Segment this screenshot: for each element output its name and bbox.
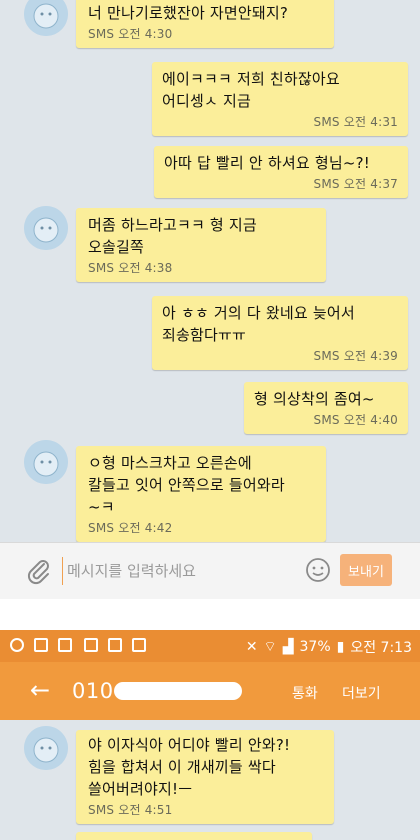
clock: 오전 7:13: [350, 640, 412, 656]
avatar-icon: [24, 0, 68, 36]
status-bar: ✕ ⌔ ▟ 37% ▮ 오전 7:13: [0, 630, 420, 662]
message-time: SMS 오전 4:40: [313, 413, 398, 427]
message-text: 머좀 하느라고ㅋㅋ 형 지금 오솔길쪽: [88, 216, 257, 256]
mute-icon: ✕: [245, 639, 258, 655]
message-time: SMS 오전 4:39: [313, 349, 398, 363]
message-time: SMS 오전 4:37: [313, 177, 398, 191]
signal-icon: ▟: [282, 639, 294, 655]
image-notification-icon: [132, 638, 146, 652]
avatar-icon: [24, 206, 68, 250]
message-text: 에이ㅋㅋㅋ 저희 친하잖아요 어디셍ㅅ 지금: [162, 70, 340, 110]
message-bubble[interactable]: 너 만나기로했잔아 자면안돼지? SMS 오전 4:30: [76, 0, 334, 48]
contact-avatar[interactable]: [24, 0, 68, 36]
call-button[interactable]: 통화: [292, 683, 318, 703]
message-bubble[interactable]: 머좀 하느라고ㅋㅋ 형 지금 오솔길쪽 SMS 오전 4:38: [76, 208, 326, 282]
contact-number: 010: [72, 679, 114, 703]
message-bubble[interactable]: 아따 답 빨리 안 하셔요 형님~?! SMS 오전 4:37: [154, 146, 408, 198]
message-bubble[interactable]: ㅇ형 마스크차고 오른손에 칼들고 잇어 안쪽으로 들어와라 ~ㅋ SMS 오전…: [76, 446, 326, 542]
avatar-icon: [24, 440, 68, 484]
message-composer: 보내기: [0, 542, 420, 599]
message-text: ㅇ형 마스크차고 오른손에 칼들고 잇어 안쪽으로 들어와라 ~ㅋ: [88, 454, 285, 516]
message-time: SMS 오전 4:38: [88, 261, 173, 275]
contact-avatar[interactable]: [24, 440, 68, 484]
message-time: SMS 오전 4:42: [88, 521, 173, 535]
message-text: 아 ㅎㅎ 거의 다 왔네요 늦어서 죄송함다ㅠㅠ: [162, 304, 355, 344]
message-bubble[interactable]: 야 이자식아 어디야 빨리 안와?! 힘을 합쳐서 이 개새끼들 싹다 쓸어버려…: [76, 730, 334, 824]
message-text: 너 만나기로했잔아 자면안돼지?: [88, 4, 289, 22]
message-input[interactable]: [62, 557, 299, 585]
chat-screen-bottom: ✕ ⌔ ▟ 37% ▮ 오전 7:13 ← 010 통화 더보기 야 이자식아 …: [0, 630, 420, 840]
notification-square-icon: [84, 638, 98, 652]
message-text: 형 의상착의 좀여~: [254, 390, 375, 408]
message-time: SMS 오전 4:30: [88, 27, 173, 41]
contact-avatar[interactable]: [24, 206, 68, 250]
message-time: SMS 오전 4:31: [313, 115, 398, 129]
message-time: SMS 오전 4:51: [88, 803, 173, 817]
chat-screen-top: 너 만나기로했잔아 자면안돼지? SMS 오전 4:30 에이ㅋㅋㅋ 저희 친하…: [0, 0, 420, 599]
notification-n-icon: [34, 638, 48, 652]
message-text: 야 이자식아 어디야 빨리 안와?! 힘을 합쳐서 이 개새끼들 싹다 쓸어버려…: [88, 736, 291, 798]
conversation-header: ← 010 통화 더보기: [0, 662, 420, 720]
message-bubble[interactable]: [76, 832, 312, 840]
app-notification-icon: [10, 638, 24, 652]
battery-percent: 37%: [299, 639, 331, 655]
message-bubble[interactable]: 형 의상착의 좀여~ SMS 오전 4:40: [244, 382, 408, 434]
message-text: 아따 답 빨리 안 하셔요 형님~?!: [164, 154, 370, 172]
send-button[interactable]: 보내기: [340, 554, 392, 586]
message-bubble[interactable]: 아 ㅎㅎ 거의 다 왔네요 늦어서 죄송함다ㅠㅠ SMS 오전 4:39: [152, 296, 408, 370]
wifi-icon: ⌔: [263, 639, 277, 655]
contact-avatar[interactable]: [24, 726, 68, 770]
notification-n-icon: [108, 638, 122, 652]
redaction-mark: [114, 682, 242, 700]
smiley-icon[interactable]: [305, 557, 331, 587]
back-arrow-icon[interactable]: ←: [30, 677, 50, 703]
battery-icon: ▮: [336, 639, 345, 655]
avatar-icon: [24, 726, 68, 770]
notification-square-icon: [58, 638, 72, 652]
message-bubble[interactable]: 에이ㅋㅋㅋ 저희 친하잖아요 어디셍ㅅ 지금 SMS 오전 4:31: [152, 62, 408, 136]
paperclip-icon[interactable]: [26, 557, 52, 589]
more-button[interactable]: 더보기: [342, 683, 381, 703]
